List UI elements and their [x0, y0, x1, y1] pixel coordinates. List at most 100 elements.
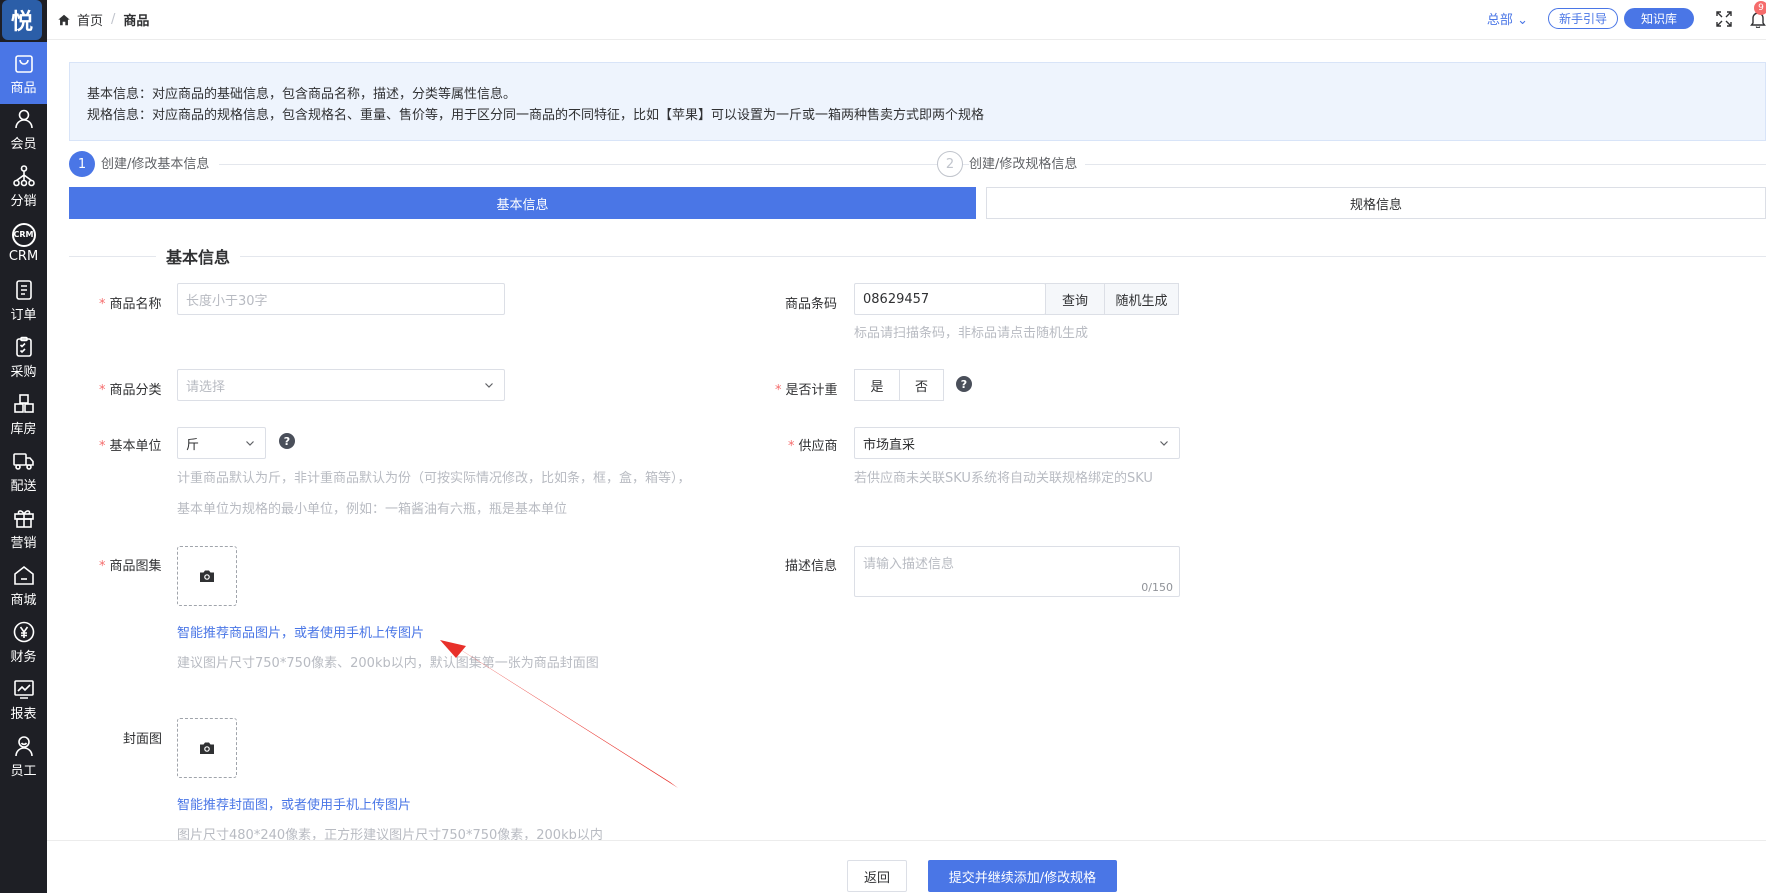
chevron-down-icon [485, 383, 493, 388]
sidebar-item-warehouse[interactable]: 库房 [0, 383, 47, 445]
cover-upload[interactable] [177, 718, 237, 778]
required-mark: * [99, 559, 106, 574]
weighing-yes-button[interactable]: 是 [854, 369, 900, 401]
shopping-bag-icon [14, 54, 33, 73]
sidebar-item-label: 库房 [10, 421, 37, 437]
required-mark: * [775, 383, 782, 398]
required-mark: * [99, 297, 106, 312]
notice-line-spec: 规格信息：对应商品的规格信息，包含规格名、重量、售价等，用于区分同一商品的不同特… [87, 108, 985, 123]
step-line-1 [219, 164, 979, 165]
sidebar-item-mall[interactable]: 商城 [0, 554, 47, 616]
section-title: 基本信息 [156, 244, 241, 268]
gallery-label-text: 商品图集 [109, 559, 162, 574]
sidebar-item-crm[interactable]: CRM CRM [0, 212, 47, 274]
sidebar-item-label: 营销 [10, 535, 37, 551]
goods-name-input[interactable]: 长度小于30字 [177, 283, 505, 315]
category-label: * 商品分类 [99, 379, 162, 398]
supplier-value: 市场直采 [863, 437, 916, 453]
top-bar: 首页 / 商品 总部 ⌄ 新手引导 知识库 9 [47, 0, 1766, 40]
sidebar-item-delivery[interactable]: 配送 [0, 440, 47, 502]
cover-smart-link[interactable]: 智能推荐封面图，或者使用手机上传图片 [177, 794, 411, 813]
fullscreen-icon[interactable] [1716, 10, 1732, 27]
knowledge-base-button[interactable]: 知识库 [1623, 8, 1694, 29]
unit-hint-2: 基本单位为规格的最小单位，例如：一箱酱油有六瓶，瓶是基本单位 [177, 502, 568, 517]
breadcrumb: 首页 / 商品 [57, 10, 149, 29]
desc-textarea[interactable]: 请输入描述信息 0/150 [854, 546, 1180, 597]
breadcrumb-current: 商品 [123, 14, 150, 29]
clipboard-icon [15, 336, 32, 357]
breadcrumb-home[interactable]: 首页 [77, 10, 103, 29]
camera-icon [200, 570, 214, 582]
weighing-label: * 是否计重 [775, 379, 838, 398]
notification-badge: 9 [1754, 0, 1766, 15]
sidebar-item-marketing[interactable]: 营销 [0, 497, 47, 559]
help-icon[interactable]: ? [279, 433, 295, 449]
weighing-no-button[interactable]: 否 [899, 369, 944, 401]
sidebar-item-label: 配送 [10, 478, 37, 494]
sidebar-item-label: 订单 [10, 307, 37, 323]
truck-icon [12, 452, 34, 470]
sidebar-item-label: 商城 [10, 592, 37, 608]
barcode-label: 商品条码 [785, 297, 838, 312]
gallery-hint: 建议图片尺寸750*750像素、200kb以内，默认图集第一张为商品封面图 [177, 656, 599, 671]
barcode-random-button[interactable]: 随机生成 [1104, 283, 1179, 315]
home-icon[interactable] [57, 13, 71, 27]
sidebar-item-label: 财务 [10, 649, 37, 665]
section-divider [69, 256, 1766, 257]
step-1-title: 创建/修改基本信息 [101, 153, 218, 172]
desc-char-count: 0/150 [1141, 581, 1173, 594]
supplier-label-text: 供应商 [798, 439, 838, 454]
help-icon[interactable]: ? [956, 376, 972, 392]
sidebar-item-finance[interactable]: 财务 [0, 611, 47, 673]
app-logo[interactable]: 悦 [2, 0, 42, 40]
sidebar-item-goods[interactable]: 商品 [0, 42, 47, 104]
order-icon [15, 279, 32, 300]
tab-basic-info[interactable]: 基本信息 [69, 187, 976, 219]
barcode-query-button[interactable]: 查询 [1045, 283, 1105, 315]
gift-icon [13, 509, 34, 528]
desc-placeholder: 请输入描述信息 [863, 557, 955, 572]
unit-hint-1: 计重商品默认为斤，非计重商品默认为份（可按实际情况修改，比如条，框，盒，箱等）， [177, 471, 691, 486]
sidebar-item-label: CRM [8, 248, 39, 264]
network-icon [12, 164, 35, 186]
sidebar-item-purchase[interactable]: 采购 [0, 326, 47, 388]
barcode-input[interactable]: 08629457 [854, 283, 1046, 315]
supplier-hint: 若供应商未关联SKU系统将自动关联规格绑定的SKU [854, 471, 1153, 486]
sidebar-item-distribution[interactable]: 分销 [0, 155, 47, 217]
camera-icon [200, 742, 214, 754]
sidebar-item-staff[interactable]: 员工 [0, 725, 47, 787]
sidebar-item-label: 采购 [10, 364, 37, 380]
goods-name-label: * 商品名称 [99, 293, 162, 312]
step-2-number: 2 [937, 151, 963, 177]
step-2-title: 创建/修改规格信息 [969, 153, 1086, 172]
tab-spec-info[interactable]: 规格信息 [986, 187, 1766, 219]
submit-button[interactable]: 提交并继续添加/修改规格 [928, 860, 1117, 892]
category-placeholder: 请选择 [186, 379, 226, 395]
category-label-text: 商品分类 [109, 383, 162, 398]
sidebar-item-orders[interactable]: 订单 [0, 269, 47, 331]
unit-select[interactable]: 斤 [177, 427, 266, 459]
back-button[interactable]: 返回 [847, 860, 907, 892]
sidebar-item-label: 商品 [10, 80, 37, 96]
sidebar-item-members[interactable]: 会员 [0, 98, 47, 160]
chevron-down-icon [246, 441, 254, 446]
gallery-upload[interactable] [177, 546, 237, 606]
category-select[interactable]: 请选择 [177, 369, 505, 401]
supplier-select[interactable]: 市场直采 [854, 427, 1180, 459]
step-1-number: 1 [69, 151, 95, 177]
unit-value: 斤 [186, 437, 200, 453]
guide-button[interactable]: 新手引导 [1547, 8, 1618, 29]
bell-icon[interactable]: 9 [1750, 0, 1766, 29]
info-notice: 基本信息：对应商品的基础信息，包含商品名称，描述，分类等属性信息。 规格信息：对… [69, 62, 1766, 141]
gallery-smart-link[interactable]: 智能推荐商品图片，或者使用手机上传图片 [177, 622, 424, 641]
warehouse-icon [13, 393, 34, 413]
desc-label: 描述信息 [785, 559, 838, 574]
required-mark: * [99, 383, 106, 398]
sidebar-item-reports[interactable]: 报表 [0, 668, 47, 730]
unit-label-text: 基本单位 [109, 439, 162, 454]
org-selector[interactable]: 总部 ⌄ [1487, 9, 1528, 28]
crm-icon: CRM [11, 222, 36, 247]
sidebar-item-label: 分销 [10, 193, 37, 209]
gallery-label: * 商品图集 [99, 555, 162, 574]
step-line-2 [1079, 164, 1766, 165]
